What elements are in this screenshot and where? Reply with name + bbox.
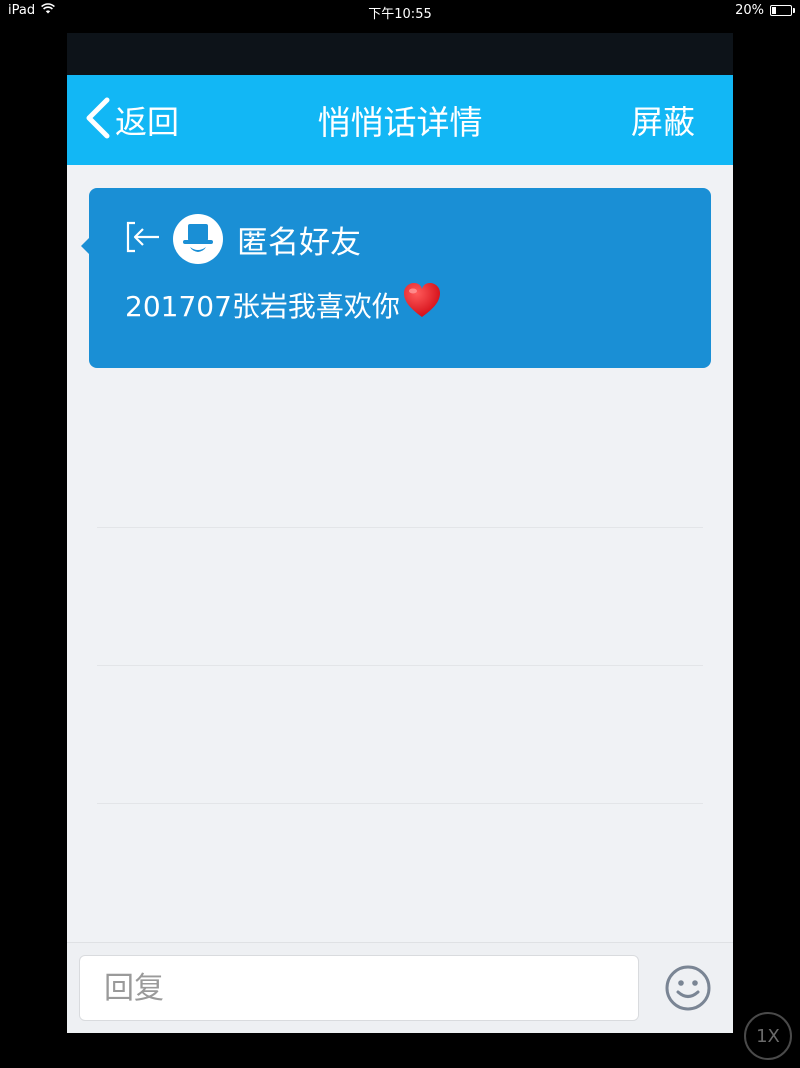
- app-status-band: [67, 33, 733, 75]
- divider: [97, 527, 703, 528]
- battery-icon: [770, 5, 795, 16]
- reply-bar: [67, 942, 733, 1033]
- divider: [97, 803, 703, 804]
- message-text-row: 201707张岩我喜欢你: [125, 282, 442, 327]
- anonymous-avatar-icon: [173, 214, 223, 264]
- status-right: 20%: [735, 3, 795, 18]
- nav-bar: 返回 悄悄话详情 屏蔽: [67, 75, 733, 165]
- smiley-icon[interactable]: [663, 963, 713, 1013]
- message-area: 匿名好友 201707张岩我喜欢你: [67, 165, 733, 940]
- reply-input[interactable]: [79, 955, 639, 1021]
- message-header: 匿名好友: [123, 214, 361, 264]
- app-window: 返回 悄悄话详情 屏蔽 匿名好友 201707张岩我喜欢你 回复: [67, 33, 733, 1033]
- incoming-arrow-icon: [123, 217, 163, 261]
- divider: [97, 665, 703, 666]
- zoom-button[interactable]: 1X: [744, 1012, 792, 1060]
- battery-percent: 20%: [735, 3, 764, 18]
- message-bubble[interactable]: 匿名好友 201707张岩我喜欢你: [81, 188, 711, 368]
- sender-name: 匿名好友: [237, 224, 361, 261]
- block-button[interactable]: 屏蔽: [631, 75, 695, 165]
- status-bar: iPad 下午10:55 20%: [0, 0, 800, 22]
- message-text: 201707张岩我喜欢你: [125, 289, 400, 323]
- heart-emoji-icon: [402, 282, 442, 327]
- status-time: 下午10:55: [368, 7, 432, 22]
